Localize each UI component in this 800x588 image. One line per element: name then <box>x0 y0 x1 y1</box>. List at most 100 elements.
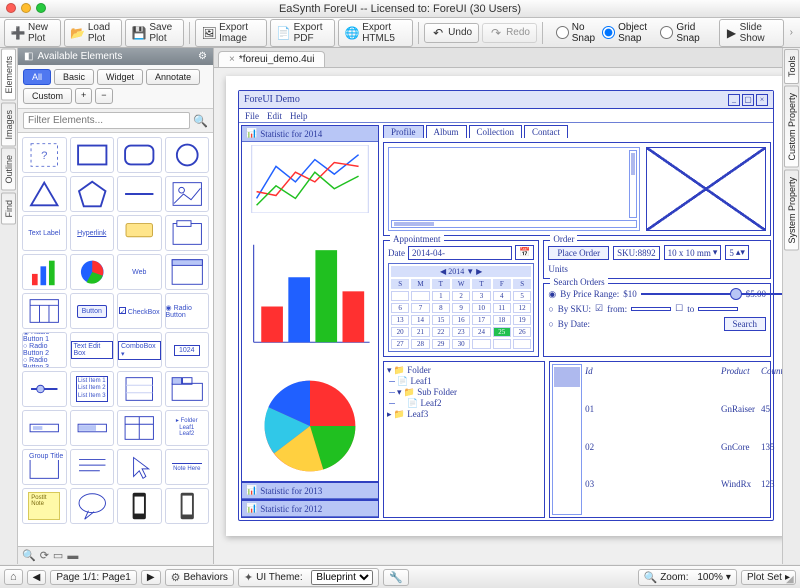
menu-file[interactable]: File <box>245 111 259 121</box>
element-barchart[interactable] <box>22 254 67 290</box>
element-balloon[interactable] <box>70 488 115 524</box>
element-calendar[interactable] <box>22 293 67 329</box>
object-snap-radio[interactable]: Object Snap <box>602 22 654 44</box>
element-note[interactable]: Note Here <box>165 449 210 485</box>
ui-theme-control[interactable]: ✦UI Theme: Blueprint <box>238 568 380 587</box>
element-list[interactable]: List Item 1List Item 2List Item 3 <box>70 371 115 407</box>
cat-basic[interactable]: Basic <box>54 69 94 85</box>
resize-grip[interactable]: ◢ <box>786 574 798 586</box>
element-progressbar[interactable] <box>70 410 115 446</box>
element-spinner[interactable]: 1024 <box>165 332 210 368</box>
element-multiline[interactable] <box>70 449 115 485</box>
tab-find[interactable]: Find <box>1 193 16 225</box>
tab-system-property[interactable]: System Property <box>784 170 799 251</box>
redo-button[interactable]: ↷Redo <box>482 23 537 43</box>
menu-help[interactable]: Help <box>290 111 308 121</box>
no-snap-radio[interactable]: No Snap <box>556 22 596 44</box>
cat-widget[interactable]: Widget <box>97 69 143 85</box>
element-textedit[interactable]: Text Edit Box <box>70 332 115 368</box>
mock-tree[interactable]: ▾ 📁 Folder 📄 Leaf1 ▾ 📁 Sub Folder 📄 Leaf… <box>383 361 545 518</box>
mock-window-titlebar[interactable]: ForeUI Demo _ ▢ × <box>239 91 773 109</box>
element-placeholder[interactable]: ? <box>22 137 67 173</box>
mock-piechart[interactable] <box>242 371 378 481</box>
from-field[interactable] <box>631 307 671 311</box>
search-button[interactable]: Search <box>724 317 767 331</box>
tab-custom-property[interactable]: Custom Property <box>784 86 799 168</box>
tab-elements[interactable]: Elements <box>1 49 16 101</box>
menu-edit[interactable]: Edit <box>267 111 282 121</box>
element-text-label[interactable]: Text Label <box>22 215 67 251</box>
cat-remove-button[interactable]: − <box>95 88 112 104</box>
tab-outline[interactable]: Outline <box>1 148 16 191</box>
accordion-2012[interactable]: 📊Statistic for 2012 <box>241 500 379 518</box>
cat-all[interactable]: All <box>23 69 51 85</box>
tab-contact[interactable]: Contact <box>524 125 568 138</box>
mock-menubar[interactable]: File Edit Help <box>239 109 773 123</box>
undo-button[interactable]: ↶Undo <box>424 23 479 43</box>
mock-barchart[interactable] <box>242 216 378 371</box>
home-button[interactable]: ⌂ <box>4 569 23 585</box>
date-picker-icon[interactable]: 📅 <box>515 245 534 260</box>
cat-add-button[interactable]: + <box>75 88 92 104</box>
chevron-right-icon[interactable]: › <box>790 27 793 38</box>
element-rectangle[interactable] <box>70 137 115 173</box>
mock-table[interactable]: IdProductCount 01GnRaiser45 02GnCore135 … <box>549 361 771 518</box>
theme-select[interactable]: Blueprint <box>311 570 373 585</box>
load-plot-button[interactable]: 📂Load Plot <box>64 19 123 47</box>
mock-linechart[interactable] <box>242 142 378 216</box>
element-slider[interactable] <box>22 371 67 407</box>
behaviors-button[interactable]: ⚙Behaviors <box>165 569 234 586</box>
next-page-button[interactable]: ▶ <box>141 570 161 585</box>
mock-scrollpane[interactable] <box>388 147 640 231</box>
zoom-out-icon[interactable]: 🔍 <box>22 549 36 562</box>
tab-collection[interactable]: Collection <box>469 125 523 138</box>
minimize-window-button[interactable] <box>21 3 31 13</box>
element-piechart[interactable] <box>70 254 115 290</box>
element-hyperlink[interactable]: Hyperlink <box>70 215 115 251</box>
new-plot-button[interactable]: ➕New Plot <box>4 19 61 47</box>
save-plot-button[interactable]: 💾Save Plot <box>125 19 184 47</box>
grid-snap-radio[interactable]: Grid Snap <box>660 22 705 44</box>
element-line[interactable] <box>117 176 162 212</box>
tab-images[interactable]: Images <box>1 103 16 147</box>
layout2-icon[interactable]: ▬ <box>67 550 78 562</box>
max-icon[interactable]: ▢ <box>742 94 754 106</box>
min-icon[interactable]: _ <box>728 94 740 106</box>
element-checkbox[interactable]: ✓ CheckBox <box>117 293 162 329</box>
accordion-2014[interactable]: 📊Statistic for 2014 <box>241 125 379 482</box>
element-triangle[interactable] <box>22 176 67 212</box>
element-circle[interactable] <box>165 137 210 173</box>
reload-icon[interactable]: ⟳ <box>40 549 49 562</box>
calendar[interactable]: ◀ 2014 ▼ ▶ SMTWTFS 12345 6789101112 1314… <box>388 263 534 352</box>
h-scrollbar[interactable] <box>391 220 637 228</box>
tab-album[interactable]: Album <box>426 125 467 138</box>
sku-field[interactable]: SKU:8892 <box>613 246 660 260</box>
price-slider[interactable] <box>641 288 742 300</box>
element-tooltip[interactable] <box>117 215 162 251</box>
element-tabs[interactable] <box>165 371 210 407</box>
element-tree[interactable]: ▸ Folder Leaf1 Leaf2 <box>165 410 210 446</box>
document-tab[interactable]: × *foreui_demo.4ui <box>218 51 325 67</box>
cat-annotate[interactable]: Annotate <box>146 69 200 85</box>
element-cursor[interactable] <box>117 449 162 485</box>
element-web[interactable]: Web <box>117 254 162 290</box>
size-select[interactable]: 10 x 10 mm ▾ <box>664 245 722 260</box>
mock-window[interactable]: ForeUI Demo _ ▢ × File Edit Help <box>238 90 774 521</box>
cat-custom[interactable]: Custom <box>23 88 72 104</box>
element-android[interactable] <box>165 488 210 524</box>
element-combobox[interactable]: ComboBox ▾ <box>117 332 162 368</box>
prev-page-button[interactable]: ◀ <box>27 570 47 585</box>
elements-grid[interactable]: ? Text Label Hyperlink Web Button ✓ Chec… <box>18 133 213 546</box>
page-indicator[interactable]: Page 1/1: Page1 <box>50 570 137 585</box>
element-table[interactable] <box>117 410 162 446</box>
layout-icon[interactable]: ▭ <box>53 549 63 562</box>
accordion-2013[interactable]: 📊Statistic for 2013 <box>241 482 379 500</box>
search-icon[interactable]: 🔍 <box>193 114 208 128</box>
canvas[interactable]: ForeUI Demo _ ▢ × File Edit Help <box>214 68 782 564</box>
element-group[interactable] <box>165 215 210 251</box>
close-tab-icon[interactable]: × <box>229 54 235 65</box>
element-iphone[interactable] <box>117 488 162 524</box>
theme-settings-button[interactable]: 🔧 <box>383 569 409 586</box>
qty-spinner[interactable]: 5 ▴▾ <box>725 245 749 260</box>
element-scrollbar[interactable] <box>22 410 67 446</box>
